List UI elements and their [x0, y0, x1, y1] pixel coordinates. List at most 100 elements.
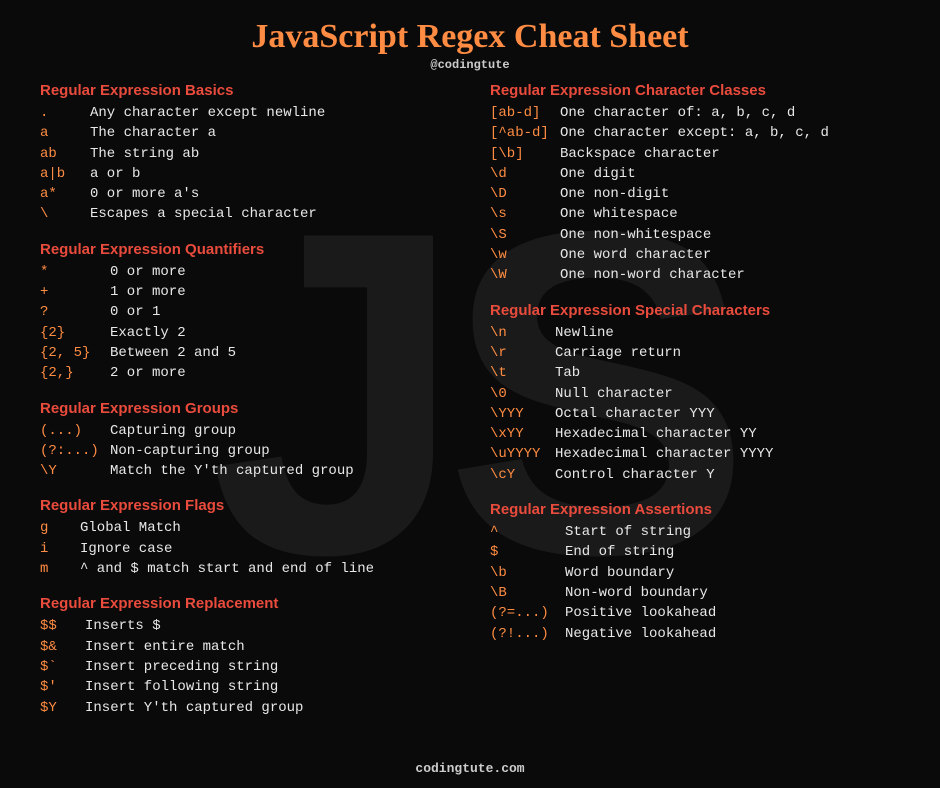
section-special: Regular Expression Special Characters \n N…: [490, 302, 900, 485]
regex-pattern: $`: [40, 657, 85, 677]
section-groups: Regular Expression Groups (...)Capturing …: [40, 400, 450, 482]
regex-pattern: \d: [490, 164, 560, 184]
regex-description: 0 or 1: [110, 302, 160, 322]
regex-description: Negative lookahead: [565, 624, 716, 644]
regex-description: One non-digit: [560, 184, 669, 204]
regex-description: Backspace character: [560, 144, 720, 164]
right-column: Regular Expression Character Classes [ab-…: [490, 82, 900, 734]
section-quant: Regular Expression Quantifiers *0 or more…: [40, 241, 450, 384]
regex-description: 0 or more a's: [90, 184, 199, 204]
regex-row: abThe string ab: [40, 144, 450, 164]
regex-row: \Escapes a special character: [40, 204, 450, 224]
regex-row: \YYYOctal character YYY: [490, 404, 900, 424]
regex-description: Between 2 and 5: [110, 343, 236, 363]
section-title: Regular Expression Character Classes: [490, 82, 900, 99]
regex-pattern: .: [40, 103, 90, 123]
regex-description: One non-word character: [560, 265, 745, 285]
regex-pattern: \w: [490, 245, 560, 265]
section-title: Regular Expression Quantifiers: [40, 241, 450, 258]
regex-description: Word boundary: [565, 563, 674, 583]
regex-pattern: m: [40, 559, 80, 579]
regex-pattern: $$: [40, 616, 85, 636]
regex-pattern: \n: [490, 323, 555, 343]
regex-row: iIgnore case: [40, 539, 450, 559]
regex-row: [^ab-d]One character except: a, b, c, d: [490, 123, 900, 143]
regex-row: {2, 5}Between 2 and 5: [40, 343, 450, 363]
regex-pattern: a: [40, 123, 90, 143]
regex-row: \DOne non-digit: [490, 184, 900, 204]
regex-description: Any character except newline: [90, 103, 325, 123]
regex-pattern: \0: [490, 384, 555, 404]
regex-description: The character a: [90, 123, 216, 143]
regex-row: $YInsert Y'th captured group: [40, 698, 450, 718]
page-title: JavaScript Regex Cheat Sheet: [40, 18, 900, 56]
left-column: Regular Expression Basics.Any character …: [40, 82, 450, 734]
regex-description: Global Match: [80, 518, 181, 538]
section-flags: Regular Expression Flags gGlobal MatchiIg…: [40, 497, 450, 579]
regex-row: {2}Exactly 2: [40, 323, 450, 343]
regex-pattern: $: [490, 542, 565, 562]
regex-pattern: \: [40, 204, 90, 224]
footer: codingtute.com: [0, 761, 940, 776]
regex-row: \BNon-word boundary: [490, 583, 900, 603]
columns-wrapper: Regular Expression Basics.Any character …: [40, 82, 900, 734]
regex-row: ^Start of string: [490, 522, 900, 542]
regex-pattern: \Y: [40, 461, 110, 481]
regex-description: Non-word boundary: [565, 583, 708, 603]
regex-pattern: \r: [490, 343, 555, 363]
section-title: Regular Expression Replacement: [40, 595, 450, 612]
regex-pattern: {2}: [40, 323, 110, 343]
regex-description: Non-capturing group: [110, 441, 270, 461]
regex-pattern: [ab-d]: [490, 103, 560, 123]
regex-pattern: ?: [40, 302, 110, 322]
regex-pattern: \xYY: [490, 424, 555, 444]
regex-description: One whitespace: [560, 204, 678, 224]
regex-pattern: a*: [40, 184, 90, 204]
regex-pattern: g: [40, 518, 80, 538]
regex-row: (?=...)Positive lookahead: [490, 603, 900, 623]
regex-description: Octal character YYY: [555, 404, 715, 424]
regex-description: Insert Y'th captured group: [85, 698, 303, 718]
regex-row: aThe character a: [40, 123, 450, 143]
regex-pattern: \W: [490, 265, 560, 285]
regex-description: One character except: a, b, c, d: [560, 123, 829, 143]
regex-row: a|ba or b: [40, 164, 450, 184]
regex-description: Exactly 2: [110, 323, 186, 343]
section-assertions: Regular Expression Assertions^Start of s…: [490, 501, 900, 644]
regex-pattern: \B: [490, 583, 565, 603]
regex-pattern: \YYY: [490, 404, 555, 424]
regex-description: One word character: [560, 245, 711, 265]
section-title: Regular Expression Flags: [40, 497, 450, 514]
section-title: Regular Expression Special Characters: [490, 302, 900, 319]
regex-description: Capturing group: [110, 421, 236, 441]
regex-row: *0 or more: [40, 262, 450, 282]
regex-row: $`Insert preceding string: [40, 657, 450, 677]
regex-pattern: (...): [40, 421, 110, 441]
regex-pattern: [\b]: [490, 144, 560, 164]
regex-description: 1 or more: [110, 282, 186, 302]
cheatsheet-content: JavaScript Regex Cheat Sheet @codingtute…: [0, 0, 940, 744]
regex-description: Insert preceding string: [85, 657, 278, 677]
regex-row: \SOne non-whitespace: [490, 225, 900, 245]
regex-pattern: $Y: [40, 698, 85, 718]
regex-description: One non-whitespace: [560, 225, 711, 245]
regex-row: a*0 or more a's: [40, 184, 450, 204]
regex-row: $End of string: [490, 542, 900, 562]
regex-pattern: \uYYYY: [490, 444, 555, 464]
regex-pattern: [^ab-d]: [490, 123, 560, 143]
regex-pattern: $&: [40, 637, 85, 657]
regex-description: Null character: [555, 384, 673, 404]
regex-pattern: {2,}: [40, 363, 110, 383]
regex-row: \dOne digit: [490, 164, 900, 184]
regex-row: (?!...)Negative lookahead: [490, 624, 900, 644]
regex-description: End of string: [565, 542, 674, 562]
regex-pattern: i: [40, 539, 80, 559]
regex-pattern: \cY: [490, 465, 555, 485]
regex-pattern: \S: [490, 225, 560, 245]
regex-description: Ignore case: [80, 539, 172, 559]
regex-row: \sOne whitespace: [490, 204, 900, 224]
regex-description: Hexadecimal character YYYY: [555, 444, 773, 464]
section-title: Regular Expression Groups: [40, 400, 450, 417]
regex-row: (?:...)Non-capturing group: [40, 441, 450, 461]
regex-row: \0Null character: [490, 384, 900, 404]
